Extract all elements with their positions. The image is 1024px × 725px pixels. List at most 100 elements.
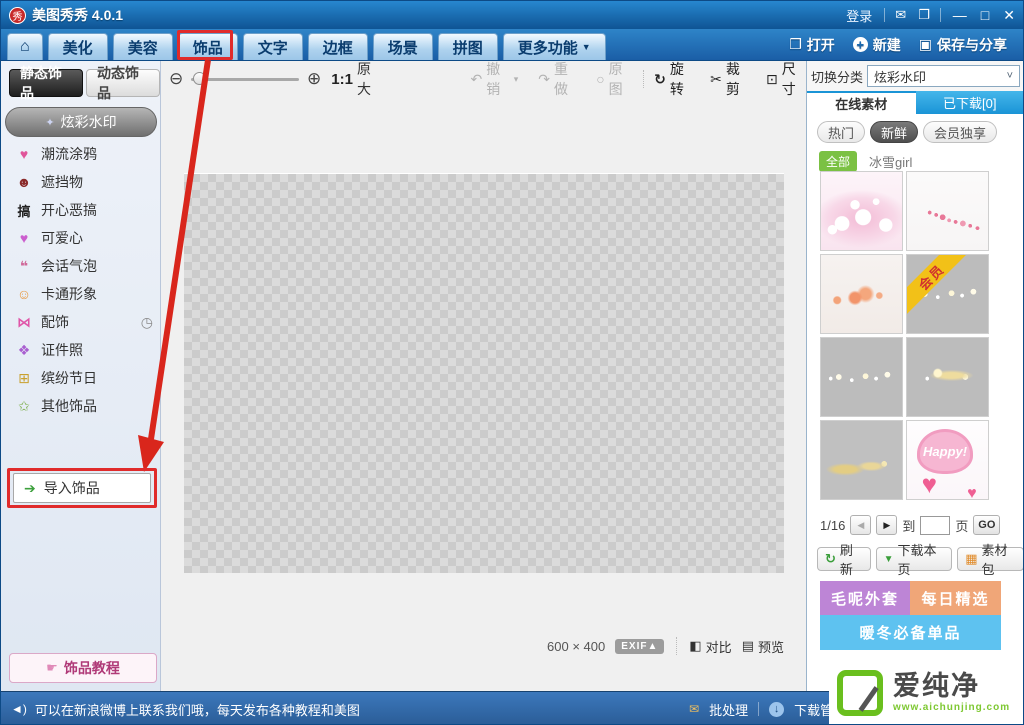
resize-button[interactable]: ⊡尺寸 [766, 59, 806, 99]
package-icon: ▦ [965, 551, 977, 567]
zoom-slider-handle[interactable] [193, 72, 206, 85]
save-share-button[interactable]: ▣保存与分享 [919, 35, 1007, 55]
home-icon: ⌂ [20, 38, 30, 56]
canvas-area: ⊖ ⊕ 1:1 原大 ↶撤销 ▾ ↷重做 ○原图 ↻旋转 ✂裁剪 ⊡尺 [161, 61, 806, 691]
next-page-button[interactable]: ▶ [876, 515, 897, 535]
tab-beautify[interactable]: 美化 [48, 33, 108, 60]
sidebar-item-watermark-selected[interactable]: ✦ 炫彩水印 [5, 107, 157, 137]
tag-all[interactable]: 全部 [819, 151, 857, 172]
zoom-out-icon[interactable]: ⊖ [169, 69, 183, 89]
tab-more-features[interactable]: 更多功能▼ [503, 33, 606, 60]
category-dropdown[interactable]: 炫彩水印 ˅ [867, 65, 1020, 87]
minimize-button[interactable]: — [953, 8, 967, 22]
tab-downloaded[interactable]: 已下载[0] [916, 91, 1024, 114]
tab-home[interactable]: ⌂ [7, 33, 43, 60]
rotate-button[interactable]: ↻旋转 [654, 59, 694, 99]
sidebar-item-id-photo[interactable]: ❖证件照 [15, 337, 153, 363]
filter-fresh[interactable]: 新鲜 [870, 121, 918, 143]
material-thumbnail-pink-dot-trail[interactable] [906, 171, 989, 251]
materials-panel: 切换分类 炫彩水印 ˅ 在线素材 已下载[0] 热门 新鲜 会员独享 全部 冰雪… [806, 61, 1024, 691]
tag-snow-girl[interactable]: 冰雪girl [869, 152, 912, 171]
refresh-button[interactable]: ↻刷新 [817, 547, 871, 571]
zoom-in-icon[interactable]: ⊕ [307, 69, 321, 89]
message-icon[interactable]: ✉ [895, 7, 906, 23]
cartoon-face-icon: ☺ [15, 286, 33, 302]
ad-winter-essentials[interactable]: 暖冬必备单品 [820, 615, 1001, 650]
watermark-logo-icon [837, 670, 883, 716]
tab-cosmetic[interactable]: 美容 [113, 33, 173, 60]
canvas-toolbar: ⊖ ⊕ 1:1 原大 ↶撤销 ▾ ↷重做 ○原图 ↻旋转 ✂裁剪 ⊡尺 [161, 61, 806, 97]
preview-button[interactable]: ▤预览 [742, 637, 784, 656]
ad-wool-coat[interactable]: 毛呢外套 [820, 581, 910, 615]
original-image-button[interactable]: ○原图 [596, 59, 633, 99]
tab-decoration[interactable]: 饰品 [178, 33, 238, 60]
compare-icon: ◧ [689, 638, 701, 654]
filter-hot[interactable]: 热门 [817, 121, 865, 143]
image-dimensions: 600 × 400 [547, 639, 605, 654]
download-page-button[interactable]: ▼下载本页 [876, 547, 953, 571]
compare-button[interactable]: ◧对比 [689, 637, 731, 656]
material-thumbnail-vip-sparkle[interactable]: 会员 [906, 254, 989, 334]
feedback-icon[interactable]: ❐ [918, 7, 930, 23]
undo-caret-icon[interactable]: ▾ [514, 74, 519, 85]
sidebar-item-blocker[interactable]: ☻遮挡物 [15, 169, 153, 195]
page-unit-label: 页 [955, 516, 968, 535]
import-decorations-button[interactable]: ➔ 导入饰品 [13, 473, 151, 503]
close-button[interactable]: ✕ [1003, 8, 1015, 22]
sidebar-item-graffiti[interactable]: ♥潮流涂鸦 [15, 141, 153, 167]
tab-static-decorations[interactable]: 静态饰品 [9, 69, 83, 97]
batch-process-button[interactable]: 批处理 [709, 700, 748, 719]
page-number-input[interactable] [920, 516, 950, 535]
decoration-tutorial-button[interactable]: ☛ 饰品教程 [9, 653, 157, 683]
material-pack-button[interactable]: ▦素材包 [957, 547, 1024, 571]
prev-page-button[interactable]: ◀ [850, 515, 871, 535]
tab-online-materials[interactable]: 在线素材 [807, 91, 916, 114]
material-thumbnail-gold-text[interactable] [820, 420, 903, 500]
tab-frame[interactable]: 边框 [308, 33, 368, 60]
main-nav: ⌂ 美化 美容 饰品 文字 边框 场景 拼图 更多功能▼ ❒打开 +新建 ▣保存… [1, 29, 1023, 61]
material-thumbnail-gold-sparkle-trail[interactable] [906, 337, 989, 417]
material-thumbnail-orange-blobs[interactable] [820, 254, 903, 334]
sparkle-icon: ✦ [45, 116, 54, 129]
download-circle-icon: ↓ [769, 702, 784, 717]
save-icon: ▣ [919, 36, 932, 53]
sidebar-item-accessory[interactable]: ⋈配饰◷ [15, 309, 153, 335]
zoom-ratio-label[interactable]: 原大 [357, 59, 383, 99]
redo-button[interactable]: ↷重做 [538, 59, 578, 99]
tab-text[interactable]: 文字 [243, 33, 303, 60]
batch-icon: ✉ [689, 702, 699, 716]
tab-collage[interactable]: 拼图 [438, 33, 498, 60]
sidebar-item-cute-heart[interactable]: ♥可爱心 [15, 225, 153, 251]
chevron-down-icon: ˅ [1007, 70, 1013, 82]
tab-scene[interactable]: 场景 [373, 33, 433, 60]
history-clock-icon[interactable]: ◷ [141, 314, 153, 331]
undo-button[interactable]: ↶撤销 ▾ [471, 59, 519, 99]
sidebar-item-cartoon[interactable]: ☺卡通形象 [15, 281, 153, 307]
prank-char-icon: 搞 [15, 201, 33, 220]
material-thumbnail-sparkle-trail[interactable] [820, 337, 903, 417]
filter-vip-exclusive[interactable]: 会员独享 [923, 121, 997, 143]
tab-dynamic-decorations[interactable]: 动态饰品 [86, 69, 160, 97]
watermark: 爱纯净 www.aichunjing.com [829, 659, 1024, 725]
sidebar-item-festival[interactable]: ⊞缤纷节日 [15, 365, 153, 391]
go-button[interactable]: GO [973, 515, 1000, 535]
sidebar-item-other[interactable]: ✩其他饰品 [15, 393, 153, 419]
redo-icon: ↷ [538, 71, 550, 88]
preview-icon: ▤ [742, 638, 754, 654]
new-button[interactable]: +新建 [853, 35, 901, 55]
material-thumbnail-happy-bubble[interactable]: Happy! ♥ ♥ [906, 420, 989, 500]
exif-badge[interactable]: EXIF▲ [615, 639, 664, 654]
app-window: 秀 美图秀秀 4.0.1 登录 ✉ ❐ — □ ✕ ⌂ 美化 美容 饰品 文字 … [0, 0, 1024, 725]
original-circle-icon: ○ [596, 71, 604, 87]
material-thumbnail-pink-bokeh[interactable] [820, 171, 903, 251]
zoom-ratio-button[interactable]: 1:1 [331, 71, 353, 88]
transparent-canvas[interactable] [184, 173, 784, 573]
sidebar-item-prank[interactable]: 搞开心恶搞 [15, 197, 153, 223]
sidebar-item-speech-bubble[interactable]: ❝会话气泡 [15, 253, 153, 279]
zoom-slider[interactable] [191, 72, 299, 86]
maximize-button[interactable]: □ [981, 8, 989, 22]
open-button[interactable]: ❒打开 [789, 35, 835, 55]
login-link[interactable]: 登录 [846, 6, 872, 25]
crop-button[interactable]: ✂裁剪 [710, 59, 750, 99]
ad-daily-picks[interactable]: 每日精选 [910, 581, 1001, 615]
